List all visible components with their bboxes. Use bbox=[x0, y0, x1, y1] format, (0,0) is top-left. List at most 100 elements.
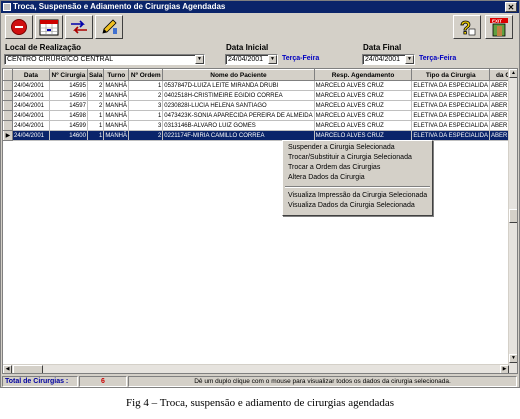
vertical-scrollbar[interactable]: ▲ ▼ bbox=[508, 69, 517, 373]
cell-tipo: ELETIVA DA ESPECIALIDA bbox=[411, 100, 490, 111]
scroll-thumb[interactable] bbox=[13, 365, 43, 373]
data-inicial-select[interactable]: 24/04/2001 ▼ bbox=[225, 54, 278, 65]
help-question-icon: ? bbox=[460, 18, 476, 37]
column-header[interactable]: Sala bbox=[86, 69, 105, 81]
cell-turno: MANHÃ bbox=[103, 120, 130, 131]
exit-icon-text: EXIT bbox=[492, 19, 502, 24]
table-row-selected[interactable]: ▶ 24/04/2001 14600 1 MANHÃ 2 0221174F-MI… bbox=[3, 130, 517, 141]
exit-button[interactable]: EXIT bbox=[485, 15, 513, 39]
column-header[interactable]: Nº Cirurgia bbox=[48, 69, 88, 81]
column-header[interactable]: Tipo da Cirurgia bbox=[411, 69, 490, 81]
menu-item-trocar-ordem[interactable]: Trocar a Ordem das Cirurgias bbox=[283, 163, 432, 173]
scroll-thumb[interactable] bbox=[509, 209, 517, 223]
data-inicial-weekday: Terça-Feira bbox=[282, 55, 320, 62]
header-indicator bbox=[3, 69, 13, 81]
cell-paciente: 0537847D-LUIZA LEITE MIRANDA DRUBI bbox=[162, 80, 315, 91]
cell-responsavel: MARCELO ALVES CRUZ bbox=[314, 130, 413, 141]
column-header[interactable]: Nome do Paciente bbox=[162, 69, 315, 81]
menu-item-suspender[interactable]: Suspender a Cirurgia Selecionada bbox=[283, 143, 432, 153]
chevron-down-icon[interactable]: ▼ bbox=[195, 55, 204, 64]
window-title: Troca, Suspensão e Adiamento de Cirurgia… bbox=[13, 2, 226, 11]
menu-separator bbox=[285, 186, 430, 188]
title-bar[interactable]: Troca, Suspensão e Adiamento de Cirurgia… bbox=[1, 1, 519, 13]
surgeries-grid[interactable]: Data Nº Cirurgia Sala Turno Nº Ordem Nom… bbox=[2, 68, 518, 374]
table-row[interactable]: 24/04/2001 14597 2 MANHÃ 3 0230828I-LUCI… bbox=[3, 100, 517, 111]
table-row[interactable]: 24/04/2001 14596 2 MANHÃ 2 0402518H-CRIS… bbox=[3, 90, 517, 101]
horizontal-scrollbar[interactable]: ◀ ▶ bbox=[3, 364, 509, 373]
column-header[interactable]: Nº Ordem bbox=[128, 69, 164, 81]
menu-item-altera-dados[interactable]: Altera Dados da Cirurgia bbox=[283, 173, 432, 183]
table-row[interactable]: 24/04/2001 14595 2 MANHÃ 1 0537847D-LUIZ… bbox=[3, 80, 517, 91]
menu-item-visualiza-impressao[interactable]: Visualiza Impressão da Cirurgia Selecion… bbox=[283, 191, 432, 201]
close-button[interactable]: ✕ bbox=[505, 2, 517, 12]
stop-button[interactable] bbox=[5, 15, 33, 39]
cell-sala: 2 bbox=[87, 80, 105, 91]
scroll-right-icon[interactable]: ▶ bbox=[500, 365, 509, 373]
row-indicator[interactable] bbox=[3, 120, 13, 131]
column-header[interactable]: Data bbox=[11, 69, 50, 81]
cell-ordem: 3 bbox=[128, 100, 164, 111]
scroll-up-icon[interactable]: ▲ bbox=[509, 69, 517, 78]
status-bar: Total de Cirurgias : 6 Dê um duplo cliqu… bbox=[1, 376, 519, 388]
swap-button[interactable] bbox=[65, 15, 93, 39]
menu-item-trocar-substituir[interactable]: Trocar/Substituir a Cirurgia Selecionada bbox=[283, 153, 432, 163]
cell-turno: MANHÃ bbox=[103, 110, 130, 121]
header-row: Data Nº Cirurgia Sala Turno Nº Ordem Nom… bbox=[3, 69, 517, 81]
cell-responsavel: MARCELO ALVES CRUZ bbox=[314, 90, 413, 101]
chevron-down-icon[interactable]: ▼ bbox=[268, 55, 277, 64]
row-indicator[interactable] bbox=[3, 110, 13, 121]
cell-data: 24/04/2001 bbox=[12, 90, 50, 101]
cell-data: 24/04/2001 bbox=[12, 80, 50, 91]
edit-button[interactable] bbox=[95, 15, 123, 39]
cell-paciente: 0402518H-CRISTIMEIRE EGIDIO CORREA bbox=[162, 90, 315, 101]
cell-responsavel: MARCELO ALVES CRUZ bbox=[314, 80, 413, 91]
row-indicator-current[interactable]: ▶ bbox=[3, 130, 13, 141]
stop-circle-icon bbox=[11, 19, 27, 35]
cell-numero: 14598 bbox=[49, 110, 88, 121]
help-button[interactable]: ? bbox=[453, 15, 481, 39]
chevron-down-icon[interactable]: ▼ bbox=[405, 55, 414, 64]
scroll-down-icon[interactable]: ▼ bbox=[509, 354, 517, 363]
cell-numero: 14600 bbox=[49, 130, 88, 141]
cell-paciente: 0313146B-ALVARO LUIZ GOMES bbox=[162, 120, 315, 131]
data-final-weekday: Terça-Feira bbox=[419, 55, 457, 62]
cell-turno: MANHÃ bbox=[103, 90, 130, 101]
edit-pencil-icon bbox=[102, 19, 117, 34]
table-row[interactable]: 24/04/2001 14598 1 MANHÃ 1 0473423K-SONI… bbox=[3, 110, 517, 121]
cell-ordem: 2 bbox=[128, 130, 164, 141]
cell-responsavel: MARCELO ALVES CRUZ bbox=[314, 120, 413, 131]
cell-tipo: ELETIVA DA ESPECIALIDA bbox=[411, 120, 490, 131]
column-header[interactable]: Resp. Agendamento bbox=[313, 69, 413, 81]
local-value: CENTRO CIRÚRGICO CENTRAL bbox=[7, 56, 114, 63]
cell-tipo: ELETIVA DA ESPECIALIDA bbox=[411, 110, 490, 121]
menu-item-visualiza-dados[interactable]: Visualiza Dados da Cirurgia Selecionada bbox=[283, 201, 432, 211]
data-final-select[interactable]: 24/04/2001 ▼ bbox=[362, 54, 415, 65]
cell-tipo: ELETIVA DA ESPECIALIDA bbox=[411, 80, 490, 91]
cell-data: 24/04/2001 bbox=[12, 130, 50, 141]
total-label: Total de Cirurgias : bbox=[2, 376, 78, 387]
cell-numero: 14599 bbox=[49, 120, 88, 131]
calendar-button[interactable] bbox=[35, 15, 63, 39]
data-inicial-label: Data Inicial bbox=[226, 43, 269, 52]
row-indicator[interactable] bbox=[3, 100, 13, 111]
cell-ordem: 1 bbox=[128, 110, 164, 121]
exit-door-icon: EXIT bbox=[490, 18, 508, 37]
cell-data: 24/04/2001 bbox=[12, 100, 50, 111]
row-indicator[interactable] bbox=[3, 90, 13, 101]
scroll-left-icon[interactable]: ◀ bbox=[3, 365, 12, 373]
table-row[interactable]: 24/04/2001 14599 1 MANHÃ 3 0313146B-ALVA… bbox=[3, 120, 517, 131]
cell-ordem: 3 bbox=[128, 120, 164, 131]
cell-numero: 14597 bbox=[49, 100, 88, 111]
cell-responsavel: MARCELO ALVES CRUZ bbox=[314, 100, 413, 111]
row-indicator[interactable] bbox=[3, 80, 13, 91]
calendar-grid-icon bbox=[39, 19, 59, 36]
local-select[interactable]: CENTRO CIRÚRGICO CENTRAL ▼ bbox=[4, 54, 205, 65]
column-header[interactable]: Turno bbox=[103, 69, 130, 81]
cell-turno: MANHÃ bbox=[103, 80, 130, 91]
data-final-label: Data Final bbox=[363, 43, 402, 52]
status-hint: Dê um duplo clique com o mouse para visu… bbox=[128, 376, 517, 387]
cell-ordem: 2 bbox=[128, 90, 164, 101]
context-menu: Suspender a Cirurgia Selecionada Trocar/… bbox=[282, 140, 433, 216]
cell-sala: 1 bbox=[87, 110, 105, 121]
local-label: Local de Realização bbox=[5, 43, 82, 52]
